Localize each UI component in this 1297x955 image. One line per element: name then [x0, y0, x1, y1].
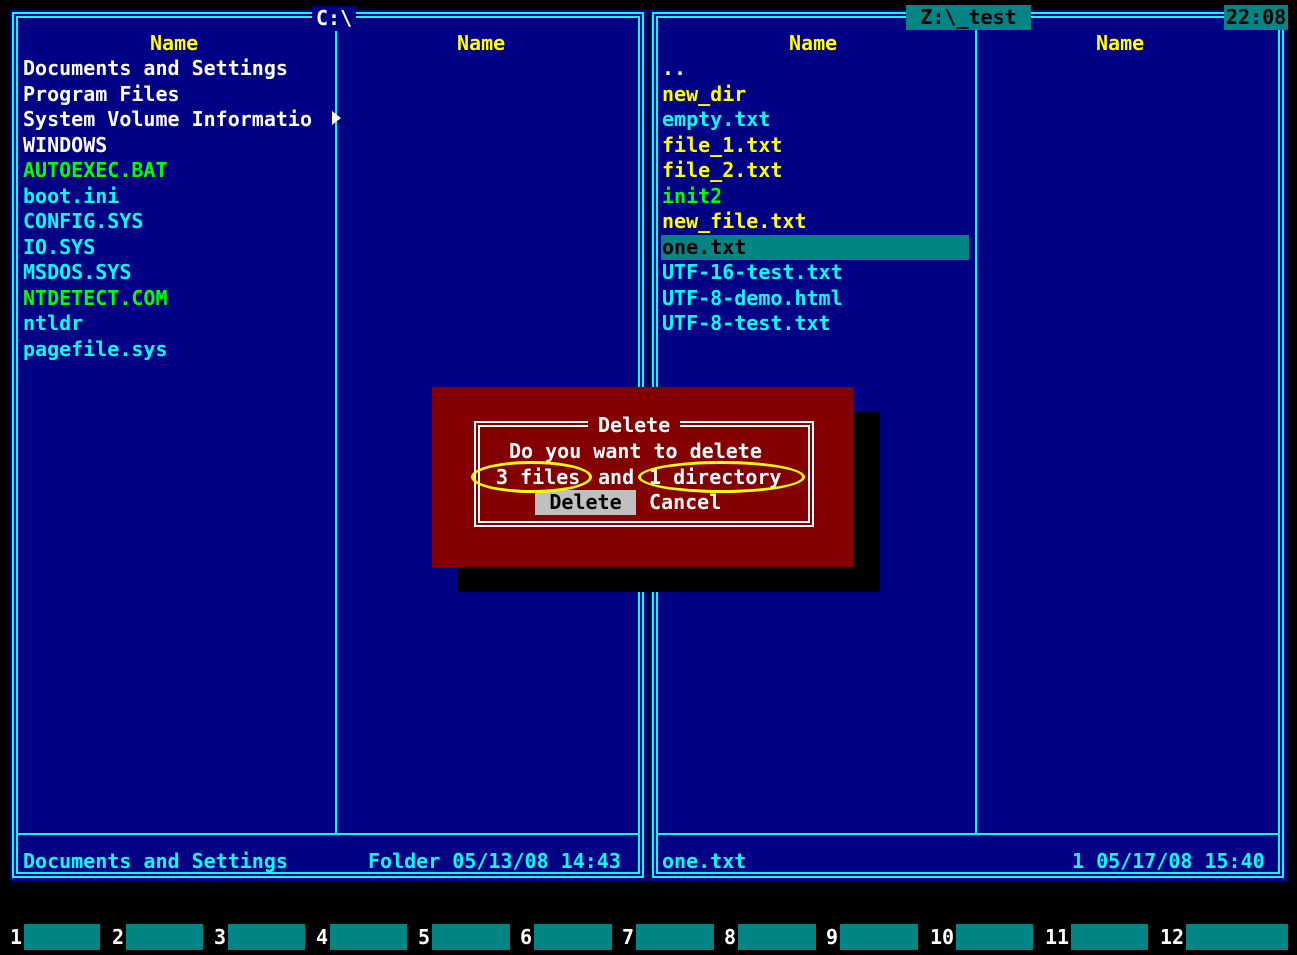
right-file-item[interactable]: empty.txt	[662, 107, 770, 132]
function-key-2[interactable]: 2	[112, 924, 203, 950]
left-file-item[interactable]: pagefile.sys	[23, 337, 168, 362]
function-key-number: 2	[112, 925, 125, 949]
function-key-6[interactable]: 6	[520, 924, 612, 950]
right-file-item[interactable]: new_file.txt	[662, 209, 807, 234]
function-key-label	[738, 924, 816, 950]
function-key-4[interactable]: 4	[316, 924, 407, 950]
function-key-label	[432, 924, 510, 950]
function-key-number: 5	[418, 925, 431, 949]
function-key-11[interactable]: 11	[1045, 924, 1148, 950]
right-status-name: one.txt	[662, 849, 747, 873]
function-key-number: 11	[1045, 925, 1070, 949]
function-key-label	[956, 924, 1033, 950]
function-key-number: 1	[10, 925, 23, 949]
right-file-item[interactable]: new_dir	[662, 82, 746, 107]
left-status-name: Documents and Settings	[23, 849, 288, 873]
left-file-item[interactable]: boot.ini	[23, 184, 119, 209]
right-file-item[interactable]: one.txt	[661, 234, 969, 260]
left-file-item[interactable]: MSDOS.SYS	[23, 260, 131, 285]
right-file-item[interactable]: UTF-8-test.txt	[662, 311, 831, 336]
right-file-item[interactable]: init2	[662, 184, 722, 209]
function-key-label	[636, 924, 714, 950]
function-key-label	[1071, 924, 1148, 950]
left-file-item[interactable]: AUTOEXEC.BAT	[23, 158, 168, 183]
right-status-info: 1 05/17/08 15:40	[1072, 849, 1265, 873]
left-column-header-1[interactable]: Name	[150, 31, 198, 56]
right-panel-path[interactable]: Z:\_test	[906, 5, 1031, 30]
files-highlight-ellipse	[471, 461, 592, 493]
left-file-item[interactable]: IO.SYS	[23, 235, 95, 260]
function-key-number: 6	[520, 925, 533, 949]
function-key-1[interactable]: 1	[10, 924, 100, 950]
truncation-arrow-icon	[332, 111, 341, 125]
function-key-number: 7	[622, 925, 635, 949]
directory-highlight-ellipse	[638, 461, 805, 493]
function-key-label	[534, 924, 612, 950]
function-key-label	[1186, 924, 1288, 950]
function-key-label	[228, 924, 305, 950]
right-file-item[interactable]: file_2.txt	[662, 158, 782, 183]
left-file-item[interactable]: Documents and Settings	[23, 56, 288, 81]
function-key-7[interactable]: 7	[622, 924, 714, 950]
function-key-8[interactable]: 8	[724, 924, 816, 950]
left-column-header-2[interactable]: Name	[457, 31, 505, 56]
function-key-number: 3	[214, 925, 227, 949]
left-file-item[interactable]: WINDOWS	[23, 133, 107, 158]
function-key-label	[126, 924, 203, 950]
function-key-number: 4	[316, 925, 329, 949]
delete-button[interactable]: Delete	[535, 490, 636, 515]
function-key-label	[330, 924, 407, 950]
right-column-header-2[interactable]: Name	[1096, 31, 1144, 56]
function-key-12[interactable]: 12	[1160, 924, 1288, 950]
right-file-item[interactable]: file_1.txt	[662, 133, 782, 158]
left-file-item[interactable]: ntldr	[23, 311, 83, 336]
right-file-item[interactable]: UTF-16-test.txt	[662, 260, 843, 285]
function-key-label	[840, 924, 918, 950]
right-file-item[interactable]: ..	[662, 56, 686, 81]
left-file-item[interactable]: NTDETECT.COM	[23, 286, 168, 311]
function-key-label	[24, 924, 100, 950]
left-file-item[interactable]: CONFIG.SYS	[23, 209, 143, 234]
left-file-item[interactable]: System Volume Informatio	[23, 107, 312, 132]
left-file-item[interactable]: Program Files	[23, 82, 180, 107]
left-status-info: Folder 05/13/08 14:43	[368, 849, 621, 873]
right-column-header-1[interactable]: Name	[789, 31, 837, 56]
function-key-number: 8	[724, 925, 737, 949]
function-key-number: 12	[1160, 925, 1185, 949]
right-file-item[interactable]: UTF-8-demo.html	[662, 286, 843, 311]
function-key-3[interactable]: 3	[214, 924, 305, 950]
cancel-button[interactable]: Cancel	[649, 490, 721, 515]
function-key-number: 10	[930, 925, 955, 949]
function-key-number: 9	[826, 925, 839, 949]
function-key-5[interactable]: 5	[418, 924, 510, 950]
dialog-title: Delete	[588, 413, 681, 438]
left-panel-path[interactable]: C:\	[312, 6, 357, 31]
clock: 22:08	[1224, 5, 1289, 30]
function-key-9[interactable]: 9	[826, 924, 918, 950]
dialog-and: and	[598, 465, 635, 489]
function-key-10[interactable]: 10	[930, 924, 1033, 950]
